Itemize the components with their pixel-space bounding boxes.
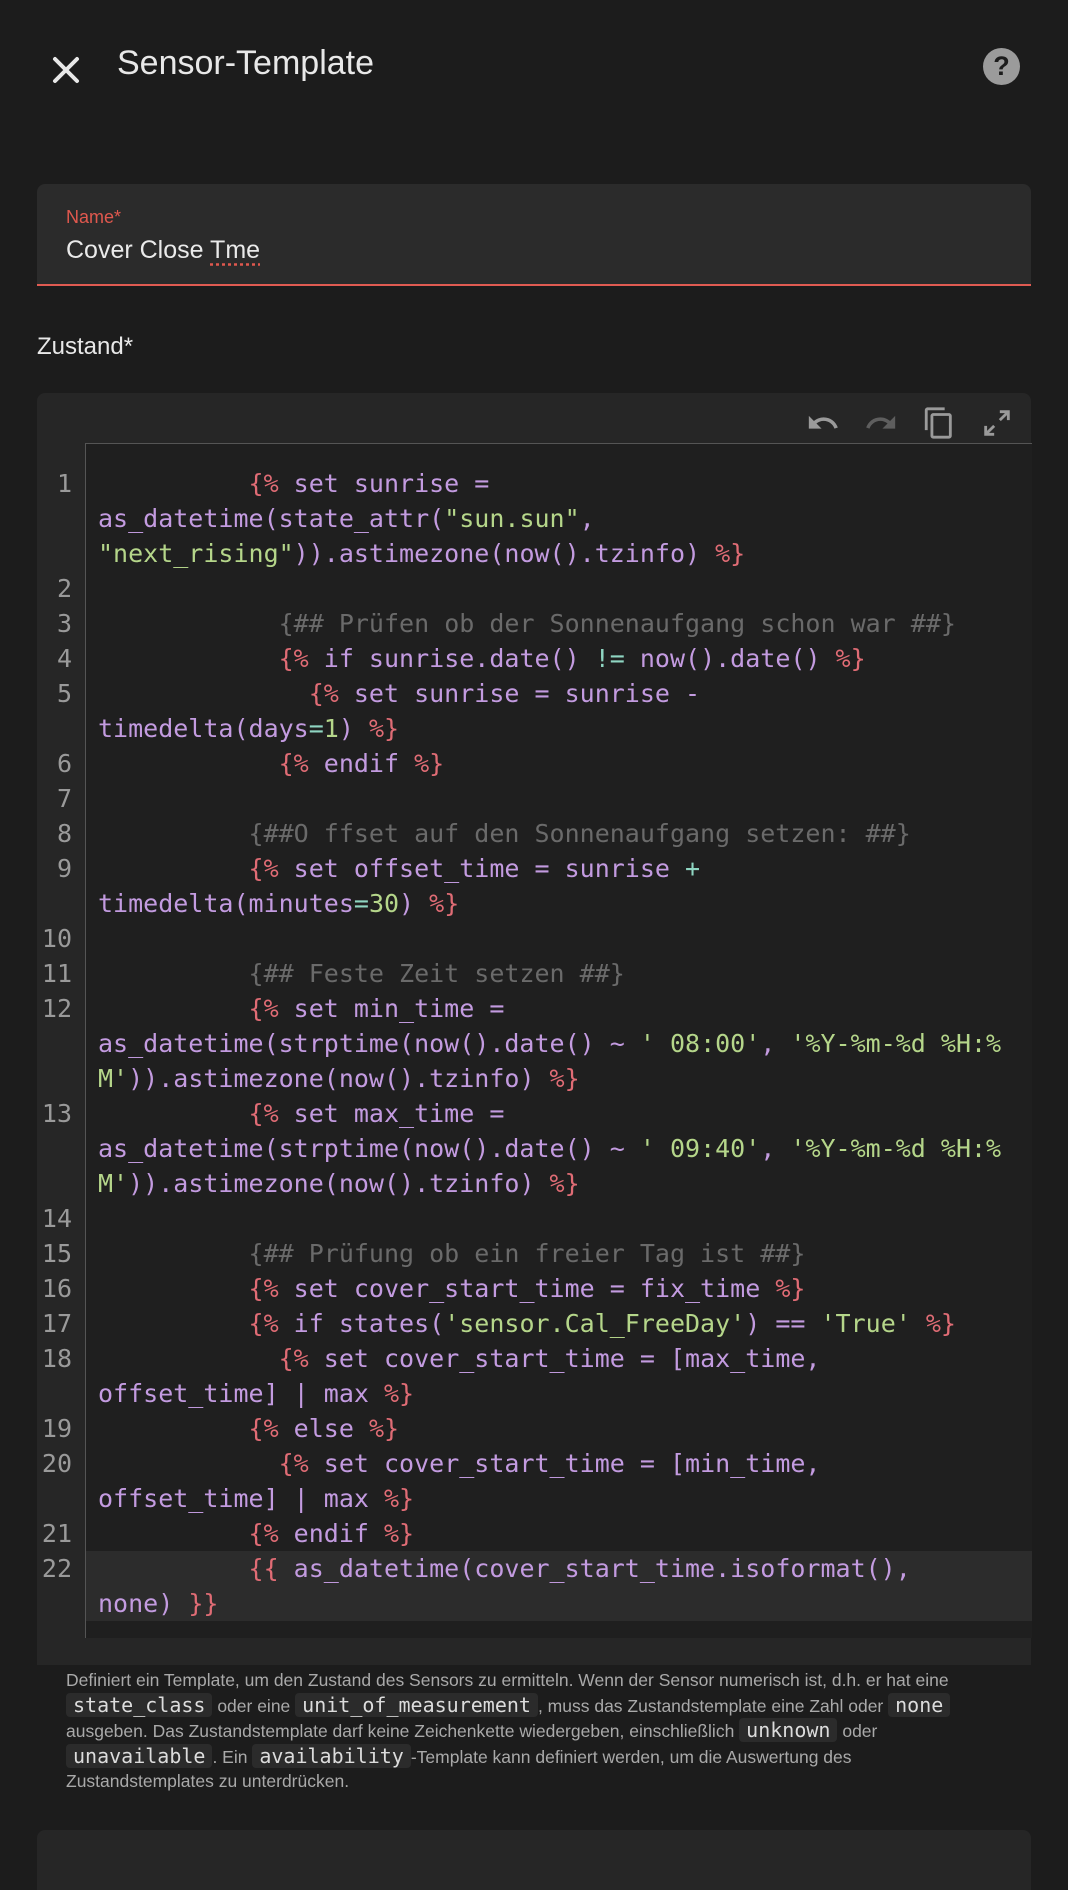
inline-code: unavailable — [66, 1743, 213, 1768]
code-line: 17 {% if states('sensor.Cal_FreeDay') ==… — [42, 1306, 1032, 1341]
state-helper-text: Definiert ein Template, um den Zustand d… — [66, 1670, 951, 1791]
code-line: 3 {## Prüfen ob der Sonnenaufgang schon … — [57, 606, 1032, 641]
line-number: 14 — [41, 1204, 72, 1233]
line-number: 9 — [56, 854, 72, 883]
code-line: 5 {% set sunrise = sunrise - timedelta(da… — [57, 676, 1032, 746]
code-line: 15 {## Prüfung ob ein freier Tag ist ##} — [42, 1236, 1032, 1271]
code-line: 6 {% endif %} — [57, 746, 1032, 781]
inline-code: none — [888, 1692, 951, 1717]
next-field-card[interactable] — [37, 1830, 1031, 1890]
misspelled-word: Tme — [210, 236, 261, 264]
template-editor: 1 {% set sunrise = as_datetime(state_attr… — [37, 393, 1032, 1665]
line-number: 7 — [56, 784, 72, 813]
line-number: 16 — [41, 1274, 72, 1303]
code-line: 14​ — [42, 1201, 1032, 1236]
inline-code: unit_of_measurement — [295, 1692, 538, 1717]
code-line: 21 {% endif %} — [42, 1516, 1032, 1551]
code-line: 7​ — [57, 781, 1032, 816]
line-number: 12 — [41, 994, 72, 1023]
line-number: 6 — [56, 749, 72, 778]
dialog-title: Sensor-Template — [117, 44, 375, 82]
undo-icon — [808, 415, 838, 429]
copy-icon — [924, 407, 952, 439]
code-line: 16 {% set cover_start_time = fix_time %} — [42, 1271, 1032, 1306]
copy-button[interactable] — [915, 399, 963, 447]
code-line: 12 {% set min_time = as_datetime(strptime… — [42, 991, 1032, 1096]
help-icon: ? — [993, 51, 1010, 81]
code-line: 13 {% set max_time = as_datetime(strptime… — [42, 1096, 1032, 1201]
state-label: Zustand* — [37, 333, 134, 360]
line-number: 17 — [41, 1309, 72, 1338]
code-line: 19 {% else %} — [42, 1411, 1032, 1446]
line-number: 15 — [41, 1239, 72, 1268]
redo-button[interactable] — [857, 399, 905, 447]
redo-icon — [866, 415, 896, 429]
line-number: 5 — [56, 679, 72, 708]
code-line: 9 {% set offset_time = sunrise + timedelt… — [57, 851, 1032, 921]
line-number: 11 — [41, 959, 72, 988]
name-field[interactable]: Name* Cover Close Tme — [37, 184, 1031, 286]
line-number: 13 — [41, 1099, 72, 1128]
help-button[interactable]: ? — [983, 48, 1020, 85]
code-line-active: 22 {{ as_datetime(cover_start_time.isofo… — [42, 1551, 1032, 1621]
code-line: 2​ — [57, 571, 1032, 606]
close-icon — [53, 57, 79, 83]
name-input[interactable]: Cover Close Tme — [66, 236, 966, 265]
line-number: 10 — [41, 924, 72, 953]
close-button[interactable] — [42, 46, 90, 94]
line-number: 4 — [56, 644, 72, 673]
name-value-part: Cover Close — [66, 236, 211, 264]
line-number: 3 — [56, 609, 72, 638]
line-number: 20 — [41, 1449, 72, 1478]
inline-code: state_class — [66, 1692, 213, 1717]
code-lines: 1 {% set sunrise = as_datetime(state_attr… — [42, 466, 1032, 1621]
code-line: 20 {% set cover_start_time = [min_time, o… — [42, 1446, 1032, 1516]
line-number: 21 — [41, 1519, 72, 1548]
line-number: 1 — [56, 469, 72, 498]
line-number: 18 — [41, 1344, 72, 1373]
code-line: 1 {% set sunrise = as_datetime(state_attr… — [57, 466, 1032, 571]
name-field-label: Name* — [66, 207, 122, 227]
code-line: 4 {% if sunrise.date() != now().date() %… — [57, 641, 1032, 676]
line-number: 19 — [41, 1414, 72, 1443]
line-number: 2 — [56, 574, 72, 603]
fullscreen-icon — [984, 410, 1010, 436]
editor-toolbar — [799, 399, 1031, 447]
code-area[interactable]: 1 {% set sunrise = as_datetime(state_attr… — [42, 443, 1032, 1638]
fullscreen-button[interactable] — [973, 399, 1021, 447]
inline-code: availability — [252, 1743, 411, 1768]
code-line: 18 {% set cover_start_time = [max_time, o… — [42, 1341, 1032, 1411]
line-number: 22 — [41, 1554, 72, 1583]
code-line: 10​ — [42, 921, 1032, 956]
code-line: 8 {##O ffset auf den Sonnenaufgang setze… — [57, 816, 1032, 851]
undo-button[interactable] — [799, 399, 847, 447]
inline-code: unknown — [739, 1718, 838, 1742]
line-number: 8 — [56, 819, 72, 848]
code-line: 11 {## Feste Zeit setzen ##} — [42, 956, 1032, 991]
dialog-header: Sensor-Template ? — [0, 0, 1068, 135]
